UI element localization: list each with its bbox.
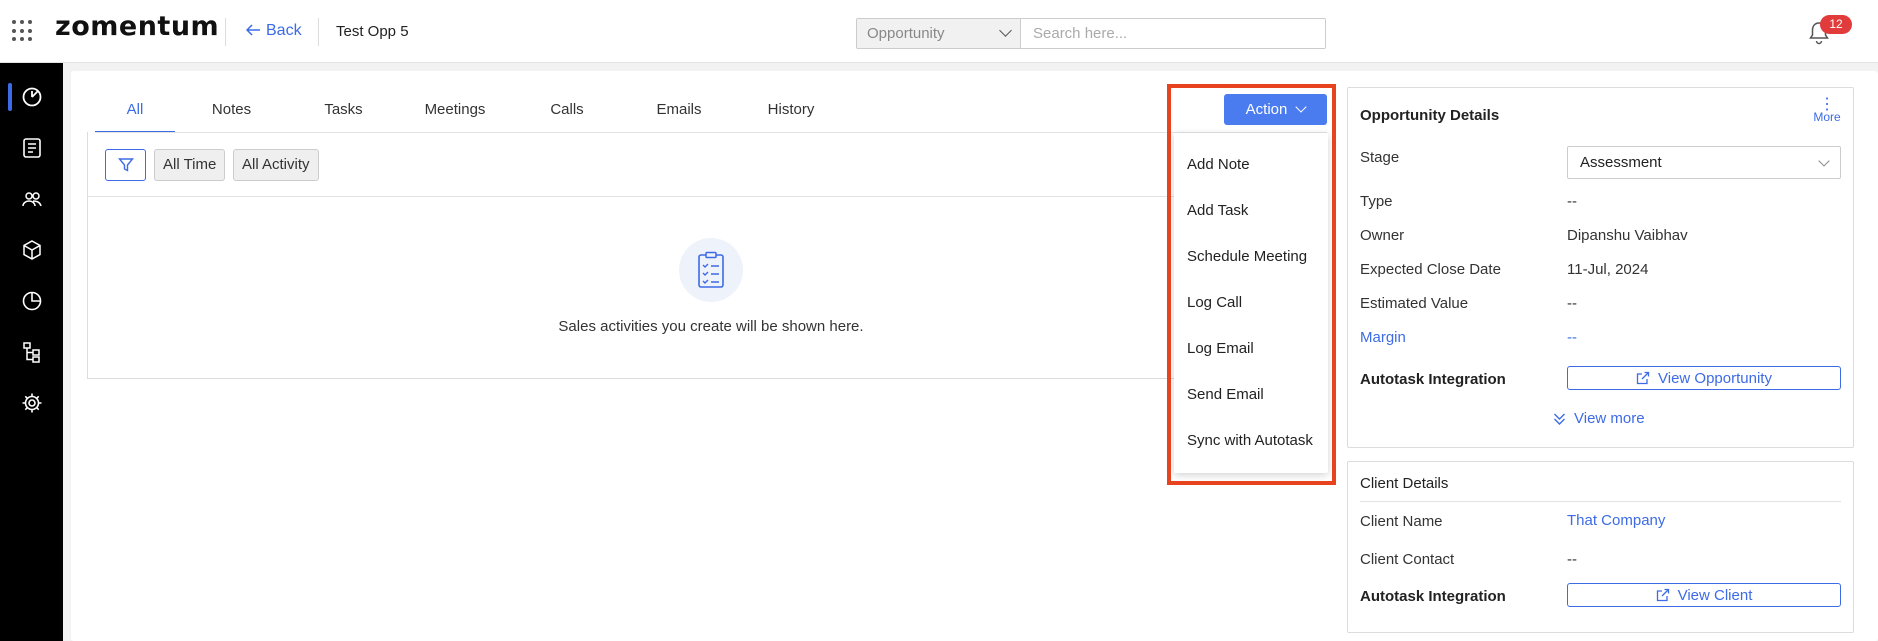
nav-reports[interactable]	[0, 281, 63, 321]
clients-icon	[21, 192, 42, 207]
divider	[1360, 501, 1841, 502]
nav-workflows[interactable]	[0, 332, 63, 372]
view-client-label: View Client	[1677, 586, 1753, 604]
double-chevron-down-icon	[1554, 413, 1565, 425]
workflows-icon	[22, 342, 40, 363]
more-label: More	[1813, 110, 1841, 124]
stage-value: Assessment	[1580, 154, 1662, 171]
arrow-left-icon	[245, 24, 260, 36]
app-grid-icon[interactable]	[12, 20, 34, 42]
empty-state-message: Sales activities you create will be show…	[558, 318, 864, 335]
settings-icon	[22, 393, 41, 413]
external-link-icon	[1636, 371, 1650, 385]
stage-label: Stage	[1360, 149, 1400, 166]
nav-documents[interactable]	[0, 128, 63, 168]
estimated-value-label: Estimated Value	[1360, 295, 1469, 312]
opportunity-title: Test Opp 5	[336, 23, 409, 40]
client-contact-value: --	[1567, 551, 1577, 568]
search-scope-select[interactable]: Opportunity	[857, 19, 1021, 48]
products-icon	[22, 240, 41, 260]
menu-item-log-call[interactable]: Log Call	[1187, 294, 1242, 311]
menu-item-add-note[interactable]: Add Note	[1187, 156, 1250, 173]
divider	[318, 18, 319, 46]
tab-all[interactable]: All	[95, 87, 175, 133]
type-value: --	[1567, 193, 1577, 210]
checklist-icon	[698, 251, 724, 288]
more-menu-button[interactable]: ⋮ More	[1811, 96, 1843, 125]
client-integration-label: Autotask Integration	[1360, 588, 1506, 605]
menu-item-send-email[interactable]: Send Email	[1187, 386, 1264, 403]
activity-filter-chip[interactable]: All Activity	[233, 149, 319, 181]
action-dropdown-menu: Add Note Add Task Schedule Meeting Log C…	[1174, 133, 1328, 473]
nav-dashboard[interactable]	[0, 77, 63, 117]
filter-icon	[117, 158, 134, 172]
back-link[interactable]: Back	[245, 22, 302, 40]
close-date-value: 11-Jul, 2024	[1567, 261, 1649, 278]
client-contact-label: Client Contact	[1360, 551, 1455, 568]
back-label: Back	[266, 22, 302, 39]
view-opportunity-label: View Opportunity	[1658, 369, 1772, 387]
client-name-label: Client Name	[1360, 513, 1443, 530]
tab-emails[interactable]: Emails	[623, 87, 735, 133]
menu-item-log-email[interactable]: Log Email	[1187, 340, 1254, 357]
tab-notes[interactable]: Notes	[175, 87, 288, 133]
close-date-label: Expected Close Date	[1360, 261, 1501, 278]
view-more-link[interactable]: View more	[1553, 410, 1645, 427]
reports-icon	[22, 291, 41, 311]
opportunity-details-title: Opportunity Details	[1360, 107, 1500, 124]
global-search: Opportunity	[856, 18, 1326, 49]
notification-badge: 12	[1820, 15, 1852, 34]
tab-calls[interactable]: Calls	[511, 87, 623, 133]
search-input[interactable]	[1021, 19, 1325, 48]
client-details-title: Client Details	[1360, 475, 1449, 492]
stage-select[interactable]: Assessment	[1567, 146, 1841, 179]
margin-label[interactable]: Margin	[1360, 329, 1406, 346]
chevron-down-icon	[1295, 101, 1308, 113]
filter-button[interactable]	[105, 149, 146, 181]
type-label: Type	[1360, 193, 1393, 210]
estimated-value-value: --	[1567, 295, 1577, 312]
menu-item-sync-autotask[interactable]: Sync with Autotask	[1187, 432, 1313, 449]
opportunity-integration-label: Autotask Integration	[1360, 371, 1506, 388]
nav-products[interactable]	[0, 230, 63, 270]
owner-label: Owner	[1360, 227, 1405, 244]
action-button[interactable]: Action	[1224, 94, 1327, 125]
tab-meetings[interactable]: Meetings	[399, 87, 511, 133]
dashboard-icon	[22, 87, 41, 107]
external-link-icon	[1656, 588, 1669, 602]
zomentum-logo[interactable]: zomentum	[55, 11, 219, 42]
menu-item-add-task[interactable]: Add Task	[1187, 202, 1248, 219]
owner-value: Dipanshu Vaibhav	[1567, 227, 1688, 244]
action-button-label: Action	[1245, 101, 1288, 118]
search-scope-value: Opportunity	[867, 25, 945, 42]
chevron-down-icon	[1818, 155, 1830, 167]
view-more-label: View more	[1574, 410, 1645, 427]
client-name-value[interactable]: That Company	[1567, 512, 1665, 529]
nav-settings[interactable]	[0, 383, 63, 423]
tab-history[interactable]: History	[735, 87, 847, 133]
empty-state-illustration	[679, 238, 743, 302]
view-opportunity-button[interactable]: View Opportunity	[1567, 366, 1841, 390]
documents-icon	[22, 138, 41, 158]
top-bar: zomentum Back Test Opp 5 Opportunity 12	[0, 0, 1878, 63]
kebab-icon: ⋮	[1819, 96, 1835, 113]
menu-item-schedule-meeting[interactable]: Schedule Meeting	[1187, 248, 1307, 265]
time-filter-chip[interactable]: All Time	[154, 149, 226, 181]
activity-tabs: All Notes Tasks Meetings Calls Emails Hi…	[95, 87, 847, 133]
nav-clients[interactable]	[0, 179, 63, 219]
margin-value[interactable]: --	[1567, 329, 1577, 346]
tab-tasks[interactable]: Tasks	[288, 87, 399, 133]
divider	[225, 18, 226, 46]
chevron-down-icon	[999, 24, 1012, 37]
view-client-button[interactable]: View Client	[1567, 583, 1841, 607]
left-sidebar	[0, 63, 63, 641]
